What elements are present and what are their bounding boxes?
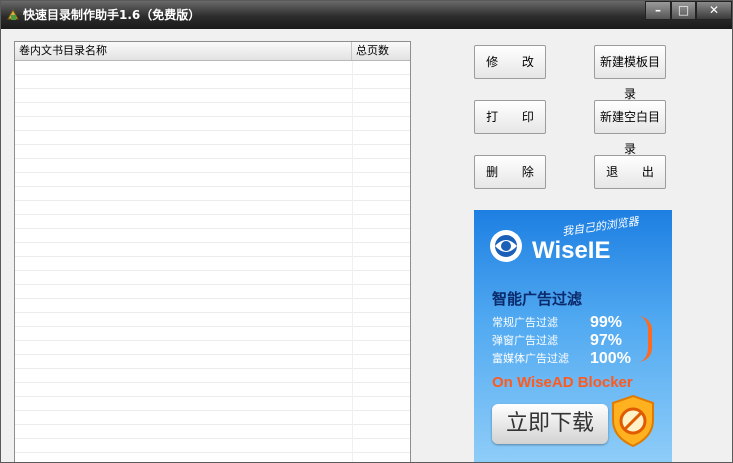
- title-bar[interactable]: 快速目录制作助手1.6（免费版） – □ ✕: [1, 1, 732, 29]
- list-header: 卷内文书目录名称 总页数: [15, 42, 410, 61]
- new-blank-directory-button[interactable]: 新建空白目录: [594, 100, 666, 156]
- ad-stat-value: 99%: [590, 314, 623, 331]
- exit-button[interactable]: 退 出: [594, 155, 666, 189]
- bracket-icon: [638, 316, 652, 362]
- ad-brand: WiseIE: [532, 237, 611, 264]
- maximize-button[interactable]: □: [671, 1, 696, 20]
- new-template-directory-button[interactable]: 新建模板目录: [594, 45, 666, 101]
- ad-banner[interactable]: 我自己的浏览器 WiseIE 智能广告过滤 常规广告过滤 99% 弹窗广告过滤 …: [474, 210, 672, 462]
- ad-cta: On WiseAD Blocker: [492, 374, 633, 391]
- close-button[interactable]: ✕: [696, 1, 732, 20]
- ad-stat-value: 100%: [590, 350, 631, 367]
- minimize-button[interactable]: –: [645, 1, 671, 20]
- list-rows[interactable]: [15, 61, 410, 462]
- column-divider: [352, 61, 353, 462]
- app-window: 快速目录制作助手1.6（免费版） – □ ✕ 卷内文书目录名称 总页数 修 改 …: [0, 0, 733, 463]
- ad-stat-label: 常规广告过滤: [492, 316, 558, 329]
- print-button[interactable]: 打 印: [474, 100, 546, 134]
- shield-block-icon: [612, 394, 654, 448]
- directory-list[interactable]: 卷内文书目录名称 总页数: [14, 41, 411, 462]
- download-button[interactable]: 立即下载: [492, 404, 608, 444]
- ad-stat-label: 富媒体广告过滤: [492, 352, 569, 365]
- column-header-pages[interactable]: 总页数: [352, 42, 410, 60]
- modify-button[interactable]: 修 改: [474, 45, 546, 79]
- ad-stat-value: 97%: [590, 332, 623, 349]
- window-title: 快速目录制作助手1.6（免费版）: [23, 8, 201, 22]
- ad-headline: 智能广告过滤: [492, 290, 583, 308]
- wiseie-logo-icon: [490, 230, 522, 262]
- ad-stat-label: 弹窗广告过滤: [492, 334, 558, 347]
- delete-button[interactable]: 删 除: [474, 155, 546, 189]
- column-header-name[interactable]: 卷内文书目录名称: [15, 42, 352, 60]
- app-icon: [7, 8, 19, 20]
